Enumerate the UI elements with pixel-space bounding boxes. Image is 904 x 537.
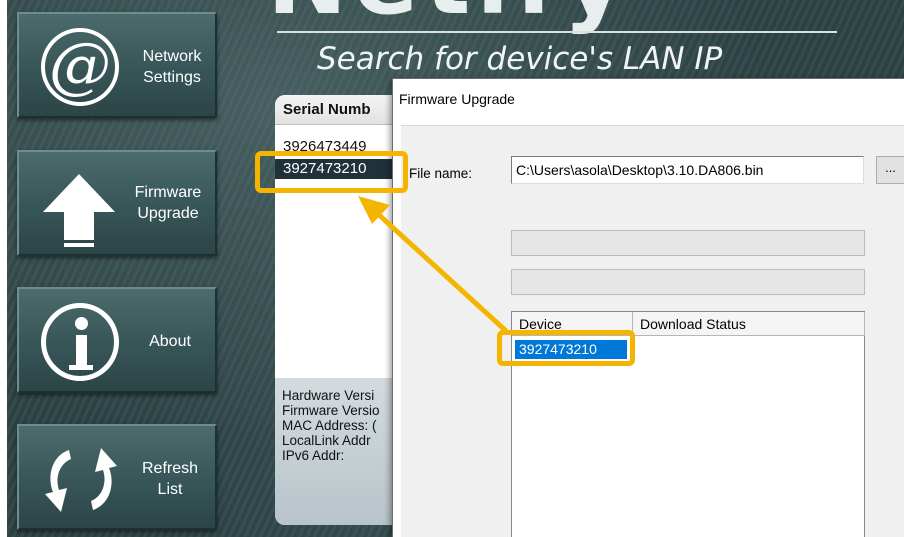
app-logo: Netify	[267, 0, 904, 30]
refresh-icon	[45, 448, 117, 512]
serial-number-column-header[interactable]: Serial Numb	[275, 95, 405, 125]
browse-button[interactable]: ...	[876, 156, 904, 184]
progress-bar-overall	[511, 230, 865, 256]
info-icon	[41, 303, 119, 381]
device-details: Hardware Versi Firmware Versio MAC Addre…	[275, 378, 405, 525]
at-sign-icon: @	[41, 28, 119, 106]
locallink-address-label: LocalLink Addr	[282, 433, 371, 448]
refresh-list-label-2: List	[157, 481, 183, 498]
mac-address-label: MAC Address: (	[282, 418, 377, 433]
file-name-input[interactable]	[511, 156, 864, 184]
network-settings-label-1: Network	[142, 48, 202, 65]
app-tagline: Search for device's LAN IP	[317, 41, 723, 77]
refresh-list-label-1: Refresh	[141, 460, 199, 477]
firmware-upgrade-label-1: Firmware	[134, 184, 202, 201]
refresh-list-button[interactable]: Refresh List	[17, 424, 217, 530]
download-status-column-header[interactable]: Download Status	[633, 312, 865, 336]
network-settings-button[interactable]: @ Network Settings	[17, 12, 217, 118]
hardware-version-label: Hardware Versi	[282, 388, 375, 403]
dialog-title: Firmware Upgrade	[399, 91, 515, 107]
network-settings-label-2: Settings	[143, 69, 201, 86]
firmware-upgrade-label-2: Upgrade	[137, 205, 199, 222]
file-name-label: File name:	[409, 166, 473, 181]
logo-divider	[277, 31, 837, 33]
ipv6-address-label: IPv6 Addr:	[282, 448, 345, 463]
upload-arrow-icon	[43, 174, 115, 247]
firmware-version-label: Firmware Versio	[282, 403, 380, 418]
firmware-upgrade-dialog: Firmware Upgrade File name: ... Device D…	[392, 78, 904, 537]
highlight-box-device	[497, 330, 635, 366]
progress-bar-device	[511, 269, 865, 295]
highlight-box-serial	[255, 151, 408, 193]
about-button[interactable]: About	[17, 287, 217, 393]
dialog-body: File name: ... Device Download Status 39…	[401, 125, 904, 537]
about-label: About	[149, 333, 191, 350]
firmware-upgrade-button[interactable]: Firmware Upgrade	[17, 150, 217, 256]
